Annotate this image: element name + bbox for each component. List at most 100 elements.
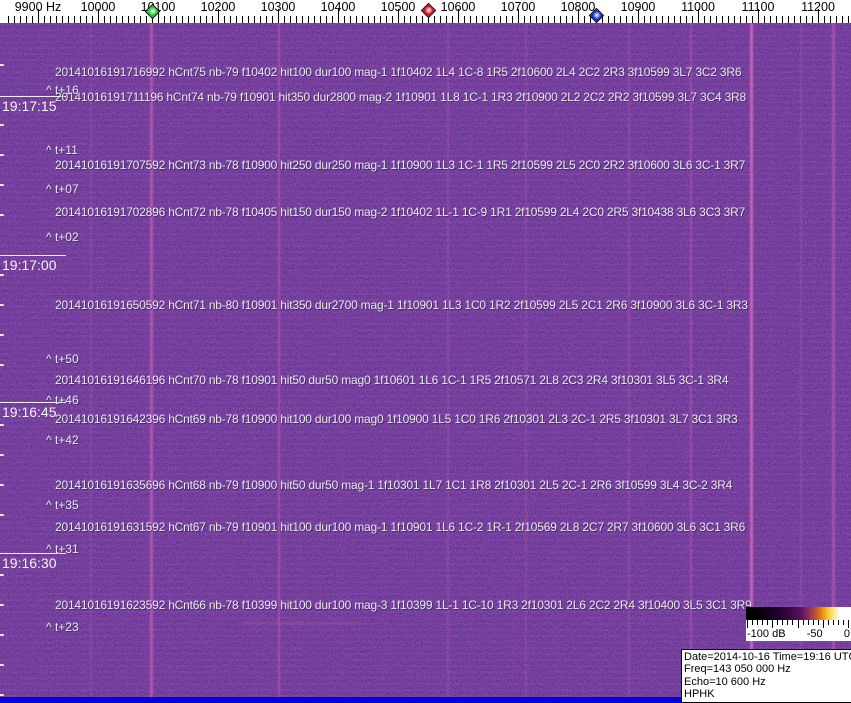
- ruler-minor-tick: [662, 16, 663, 23]
- info-date-time: Date=2014-10-16 Time=19:16 UTC: [684, 651, 851, 663]
- ruler-minor-tick: [530, 16, 531, 23]
- ruler-major-tick: [338, 9, 339, 23]
- ruler-minor-tick: [494, 16, 495, 23]
- ruler-minor-tick: [752, 16, 753, 23]
- ruler-minor-tick: [350, 16, 351, 23]
- detection-event-text: 20141016191642396 hCnt69 nb-78 f10900 hi…: [55, 412, 738, 426]
- ruler-minor-tick: [92, 16, 93, 23]
- time-tick: [0, 514, 4, 516]
- ruler-minor-tick: [320, 16, 321, 23]
- colorbar-tick: [747, 620, 748, 628]
- ruler-minor-tick: [146, 16, 147, 23]
- ruler-minor-tick: [626, 16, 627, 23]
- colorbar-tick: [817, 620, 819, 625]
- station-info-box: Date=2014-10-16 Time=19:16 UTC Freq=143 …: [681, 649, 851, 703]
- second-mark: ^ t+23: [46, 620, 79, 634]
- ruler-minor-tick: [710, 16, 711, 23]
- ruler-minor-tick: [830, 16, 831, 23]
- second-mark: ^ t+16: [46, 83, 79, 97]
- ruler-minor-tick: [434, 16, 435, 23]
- signal-trace: [800, 23, 802, 697]
- ruler-minor-tick: [104, 16, 105, 23]
- ruler-minor-tick: [584, 16, 585, 23]
- time-tick: [0, 574, 4, 576]
- ruler-major-tick: [578, 9, 579, 23]
- ruler-minor-tick: [44, 16, 45, 23]
- ruler-minor-tick: [32, 16, 33, 23]
- ruler-major-tick: [278, 9, 279, 23]
- time-label: 19:17:00: [0, 255, 66, 273]
- ruler-minor-tick: [776, 16, 777, 23]
- ruler-minor-tick: [80, 16, 81, 23]
- ruler-major-tick: [38, 9, 39, 23]
- second-mark: ^ t+02: [46, 230, 79, 244]
- ruler-major-tick: [758, 9, 759, 23]
- ruler-minor-tick: [668, 16, 669, 23]
- ruler-minor-tick: [212, 16, 213, 23]
- ruler-minor-tick: [470, 16, 471, 23]
- waterfall-overlay: 19:17:15 19:17:00 19:16:45 19:16:30 20141016…: [0, 0, 851, 703]
- ruler-minor-tick: [266, 16, 267, 23]
- ruler-minor-tick: [230, 16, 231, 23]
- intensity-colorbar: -100 dB -50 0: [746, 607, 851, 641]
- ruler-minor-tick: [704, 16, 705, 23]
- ruler-minor-tick: [260, 16, 261, 23]
- colorbar-tick: [777, 620, 779, 625]
- ruler-minor-tick: [482, 16, 483, 23]
- ruler-minor-tick: [548, 16, 549, 23]
- detection-event-text: 20141016191635696 hCnt68 nb-79 f10900 hi…: [55, 478, 733, 492]
- ruler-minor-tick: [464, 16, 465, 23]
- colorbar-tick: [767, 620, 769, 625]
- time-tick: [0, 664, 4, 666]
- ruler-major-tick: [698, 9, 699, 23]
- ruler-minor-tick: [26, 16, 27, 23]
- signal-trace: [750, 23, 753, 697]
- ruler-minor-tick: [296, 16, 297, 23]
- colorbar-tick: [762, 620, 764, 625]
- ruler-minor-tick: [224, 16, 225, 23]
- ruler-minor-tick: [344, 16, 345, 23]
- ruler-minor-tick: [140, 16, 141, 23]
- signal-trace: [832, 23, 835, 697]
- ruler-minor-tick: [620, 16, 621, 23]
- ruler-minor-tick: [410, 16, 411, 23]
- time-tick: [0, 604, 4, 606]
- ruler-minor-tick: [134, 16, 135, 23]
- signal-smear: [243, 622, 361, 624]
- second-mark: ^ t+50: [46, 352, 79, 366]
- ruler-minor-tick: [284, 16, 285, 23]
- ruler-minor-tick: [248, 16, 249, 23]
- ruler-minor-tick: [572, 16, 573, 23]
- colorbar-tick: [827, 620, 829, 625]
- detection-event-text: 20141016191702896 hCnt72 nb-78 f10405 hi…: [55, 205, 746, 219]
- ruler-minor-tick: [782, 16, 783, 23]
- ruler-minor-tick: [554, 16, 555, 23]
- ruler-minor-tick: [542, 16, 543, 23]
- ruler-minor-tick: [50, 16, 51, 23]
- time-tick: [0, 214, 4, 216]
- ruler-minor-tick: [728, 16, 729, 23]
- detection-event-text: 20141016191623592 hCnt66 nb-78 f10399 hi…: [55, 598, 752, 612]
- time-tick: [0, 154, 4, 156]
- colorbar-tick: [772, 620, 774, 628]
- ruler-minor-tick: [500, 16, 501, 23]
- ruler-minor-tick: [68, 16, 69, 23]
- second-mark: ^ t+35: [46, 498, 79, 512]
- colorbar-tick: [752, 620, 754, 625]
- ruler-minor-tick: [680, 16, 681, 23]
- ruler-minor-tick: [74, 16, 75, 23]
- ruler-minor-tick: [386, 16, 387, 23]
- ruler-minor-tick: [446, 16, 447, 23]
- ruler-minor-tick: [734, 16, 735, 23]
- signal-trace: [278, 23, 280, 697]
- ruler-major-tick: [818, 9, 819, 23]
- ruler-minor-tick: [20, 16, 21, 23]
- ruler-minor-tick: [110, 16, 111, 23]
- ruler-minor-tick: [524, 16, 525, 23]
- ruler-minor-tick: [650, 16, 651, 23]
- ruler-minor-tick: [14, 16, 15, 23]
- ruler-minor-tick: [170, 16, 171, 23]
- time-tick: [0, 364, 4, 366]
- info-echo: Echo=10 600 Hz: [684, 675, 766, 688]
- ruler-minor-tick: [128, 16, 129, 23]
